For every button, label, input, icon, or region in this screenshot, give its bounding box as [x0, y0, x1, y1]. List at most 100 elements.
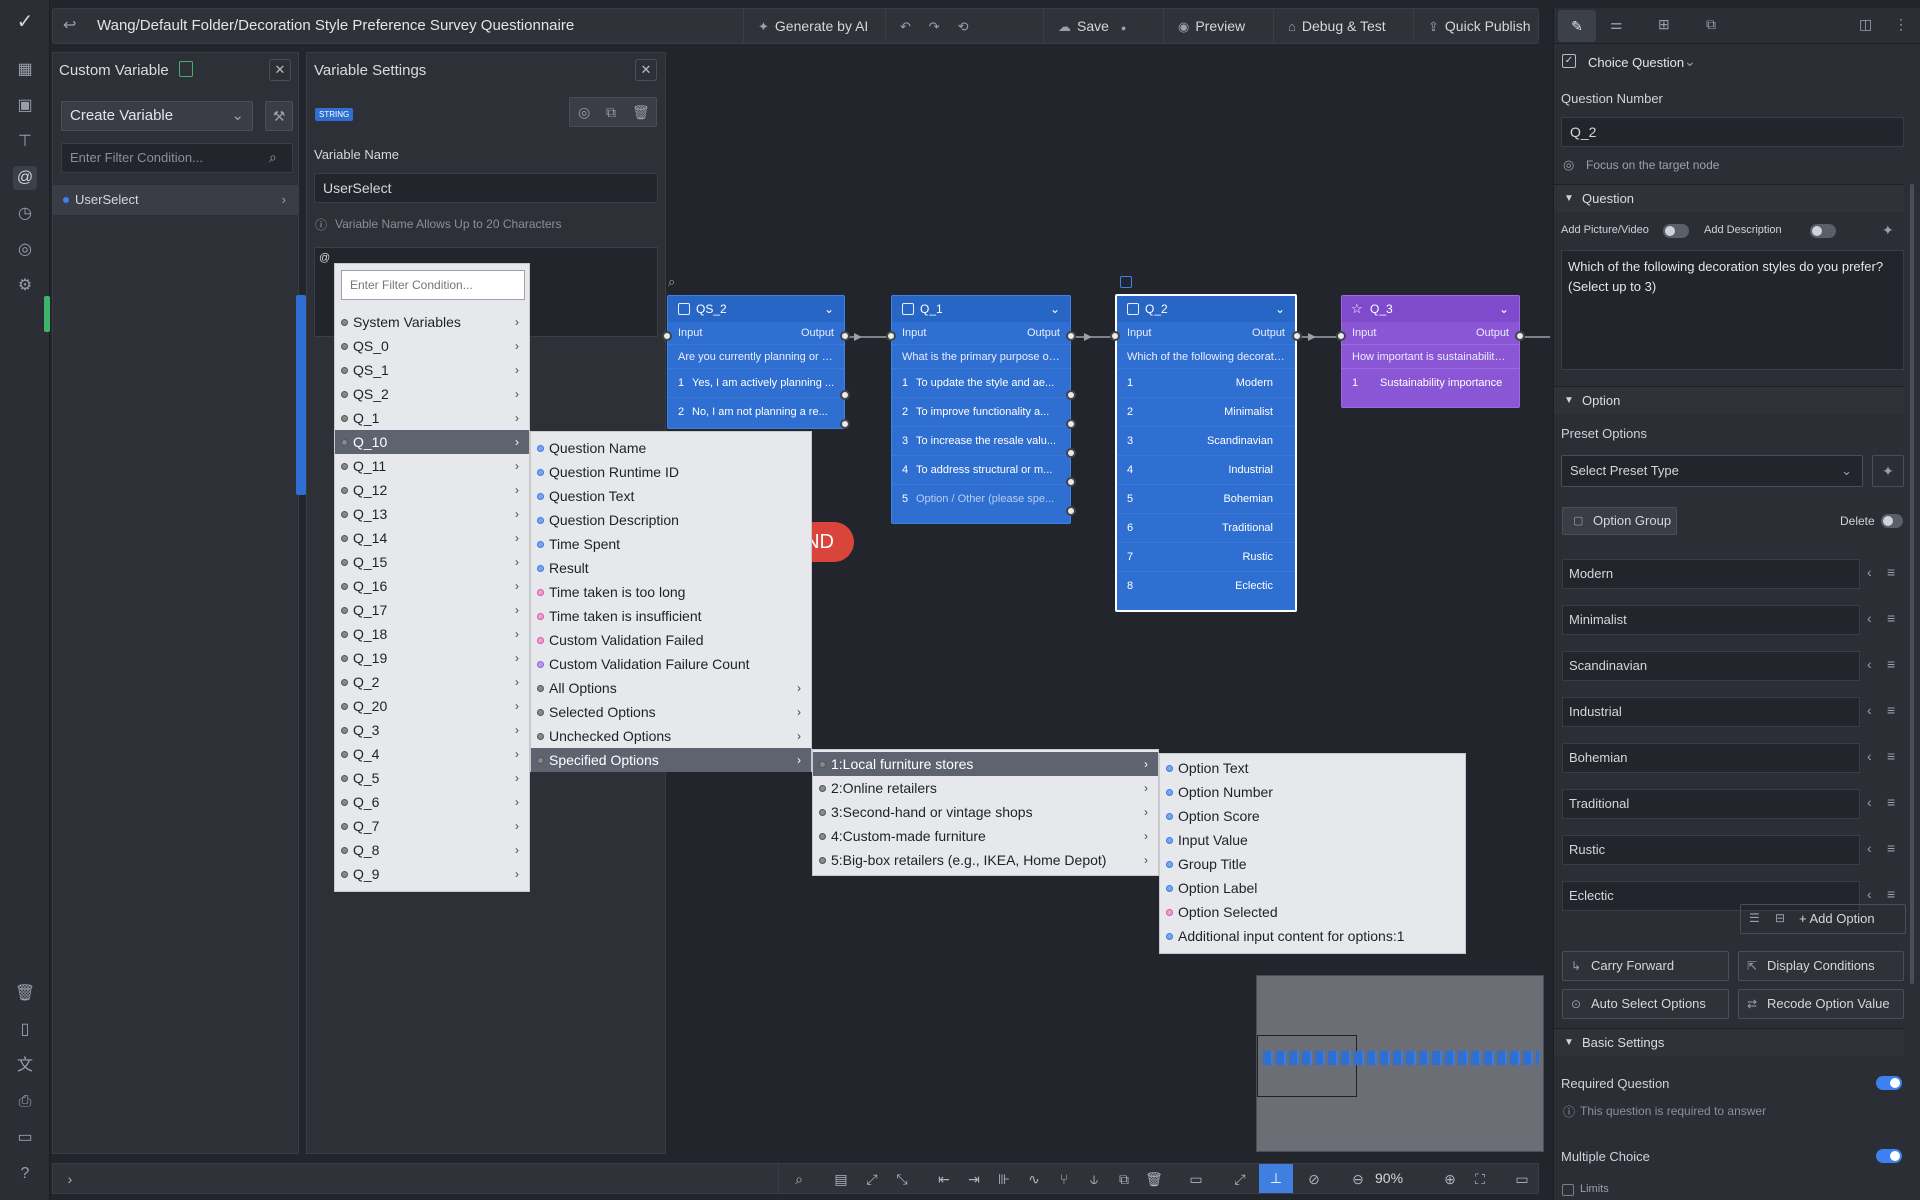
align-left-icon[interactable]: ⇤ — [933, 1168, 955, 1190]
chevron-left-icon[interactable]: ‹ — [1867, 886, 1872, 902]
option-port[interactable] — [1066, 419, 1076, 429]
variable-name-input[interactable]: UserSelect — [314, 173, 658, 203]
output-port[interactable] — [840, 331, 850, 341]
output-port[interactable] — [1292, 331, 1302, 341]
ai-sparkle-icon[interactable]: ✦ — [1882, 222, 1894, 239]
q10-menu-item[interactable]: Question Runtime ID — [531, 460, 811, 484]
carry-forward-button[interactable]: ↳ Carry Forward — [1562, 951, 1729, 981]
edit-tab-icon[interactable]: ✎ — [1558, 10, 1596, 42]
chevron-down-icon[interactable]: ⌄ — [1499, 296, 1509, 322]
question-text-editor[interactable]: Which of the following decoration styles… — [1561, 250, 1904, 370]
preset-type-select[interactable]: Select Preset Type ⌄ — [1561, 455, 1863, 487]
basic-settings-header[interactable]: ▼ Basic Settings — [1554, 1028, 1904, 1056]
drag-handle-icon[interactable]: ≡ — [1887, 564, 1895, 580]
variable-menu-item[interactable]: Q_13 › — [335, 502, 529, 526]
copy-icon[interactable]: ⧉ — [1113, 1168, 1135, 1190]
question-type-select[interactable]: Choice Question — [1588, 55, 1684, 70]
variable-menu-item[interactable]: Q_14 › — [335, 526, 529, 550]
distribute-icon[interactable]: ⊪ — [993, 1168, 1015, 1190]
option-property-item[interactable]: Input Value — [1160, 828, 1465, 852]
q10-menu-item[interactable]: Selected Options › — [531, 700, 811, 724]
list-icon[interactable]: ☰ — [1749, 911, 1760, 925]
partial-node[interactable] — [296, 295, 306, 495]
minimap-toggle-icon[interactable]: ▭ — [1511, 1168, 1533, 1190]
paint-roller-icon[interactable]: ⊤ — [13, 130, 37, 154]
variable-menu-item[interactable]: QS_2 › — [335, 382, 529, 406]
search-icon[interactable]: ⌕ — [788, 1168, 810, 1190]
chevron-left-icon[interactable]: ‹ — [1867, 656, 1872, 672]
node-q2[interactable]: Q_2 ⌄ Input Output Which of the following … — [1115, 294, 1297, 612]
option-property-item[interactable]: Additional input content for options:1 — [1160, 924, 1465, 948]
collapse-nodes-icon[interactable]: ⤡ — [891, 1168, 913, 1190]
specified-option-item[interactable]: 5:Big-box retailers (e.g., IKEA, Home De… — [813, 848, 1158, 872]
q10-menu-item[interactable]: Unchecked Options › — [531, 724, 811, 748]
comment-icon[interactable]: ⌕ — [668, 274, 675, 290]
list-edit-icon[interactable]: ⊟ — [1775, 911, 1785, 925]
option-property-item[interactable]: Option Text — [1160, 756, 1465, 780]
multiple-choice-toggle[interactable] — [1876, 1149, 1902, 1163]
variable-menu-item[interactable]: Q_5 › — [335, 766, 529, 790]
specified-option-item[interactable]: 4:Custom-made furniture › — [813, 824, 1158, 848]
layout-icon[interactable]: ▤ — [830, 1168, 852, 1190]
zoom-out-icon[interactable]: ⊖ — [1347, 1168, 1369, 1190]
display-conditions-button[interactable]: ⇱ Display Conditions — [1738, 951, 1904, 981]
option-section-header[interactable]: ▼ Option — [1554, 386, 1904, 414]
chevron-left-icon[interactable]: ‹ — [1867, 564, 1872, 580]
input-port[interactable] — [886, 331, 896, 341]
node-header[interactable]: Q_2 ⌄ — [1117, 296, 1295, 322]
input-port[interactable] — [1336, 331, 1346, 341]
question-number-input[interactable]: Q_2 — [1561, 117, 1904, 147]
chevron-left-icon[interactable]: ‹ — [1867, 610, 1872, 626]
fit-icon[interactable]: ⤢ — [861, 1168, 883, 1190]
panel-scrollbar[interactable] — [1910, 184, 1914, 984]
chevron-left-icon[interactable]: ‹ — [1867, 702, 1872, 718]
chevron-down-icon[interactable]: ⌄ — [824, 296, 834, 322]
option-port[interactable] — [1066, 477, 1076, 487]
undo-icon[interactable]: ↶ — [900, 10, 911, 44]
translate-icon[interactable]: 文 — [13, 1054, 37, 1078]
option-input[interactable]: Scandinavian — [1562, 651, 1860, 681]
align-right-icon[interactable]: ⇥ — [963, 1168, 985, 1190]
chevron-left-icon[interactable]: ‹ — [1867, 748, 1872, 764]
variable-menu-item[interactable]: Q_9 › — [335, 862, 529, 886]
drag-handle-icon[interactable]: ≡ — [1887, 886, 1895, 902]
specified-option-item[interactable]: 2:Online retailers › — [813, 776, 1158, 800]
chevron-down-icon[interactable]: ⌄ — [1050, 296, 1060, 322]
add-description-toggle[interactable] — [1810, 224, 1836, 238]
link-icon[interactable]: ⫝ — [1083, 1168, 1105, 1190]
filter-input[interactable]: Enter Filter Condition... — [61, 143, 293, 173]
save-button[interactable]: ☁ Save ● — [1043, 9, 1144, 43]
close-icon[interactable]: ✕ — [269, 59, 291, 81]
drag-handle-icon[interactable]: ≡ — [1887, 610, 1895, 626]
close-icon[interactable]: ✕ — [635, 59, 657, 81]
help-icon[interactable]: ? — [13, 1162, 37, 1186]
add-option-button[interactable]: + Add Option — [1799, 905, 1875, 933]
autosave-dot-icon[interactable]: ● — [1121, 11, 1126, 45]
input-port[interactable] — [662, 331, 672, 341]
folder-icon[interactable]: ▭ — [13, 1126, 37, 1150]
zoom-in-icon[interactable]: ⊕ — [1439, 1168, 1461, 1190]
delete-toggle[interactable] — [1881, 514, 1903, 528]
variable-menu-item[interactable]: Q_10 › — [335, 430, 529, 454]
chevron-down-icon[interactable]: ⌄ — [1684, 53, 1696, 70]
drag-handle-icon[interactable]: ≡ — [1887, 794, 1895, 810]
option-port[interactable] — [1066, 390, 1076, 400]
option-property-item[interactable]: Option Score — [1160, 804, 1465, 828]
collapse-icon[interactable]: ⋮ — [1894, 16, 1908, 33]
variable-menu-item[interactable]: QS_0 › — [335, 334, 529, 358]
variable-menu-item[interactable]: Q_3 › — [335, 718, 529, 742]
hide-icon[interactable]: ⊘ — [1303, 1168, 1325, 1190]
recode-option-button[interactable]: ⇄ Recode Option Value — [1738, 989, 1904, 1019]
q10-menu-item[interactable]: Question Text — [531, 484, 811, 508]
mobile-icon[interactable]: ▯ — [13, 1018, 37, 1042]
q10-menu-item[interactable]: Time taken is insufficient — [531, 604, 811, 628]
node-q3[interactable]: ☆ Q_3 ⌄ Input Output How important is susta… — [1341, 295, 1520, 408]
option-property-item[interactable]: Option Label — [1160, 876, 1465, 900]
q10-menu-item[interactable]: Custom Validation Failed — [531, 628, 811, 652]
lock-icon[interactable] — [179, 61, 193, 77]
variable-item[interactable]: UserSelect › — [53, 185, 298, 215]
trash-icon[interactable]: 🗑 — [1143, 1168, 1165, 1190]
q10-menu-item[interactable]: Question Description — [531, 508, 811, 532]
option-group-button[interactable]: ▢ Option Group — [1562, 507, 1677, 535]
option-input[interactable]: Traditional — [1562, 789, 1860, 819]
